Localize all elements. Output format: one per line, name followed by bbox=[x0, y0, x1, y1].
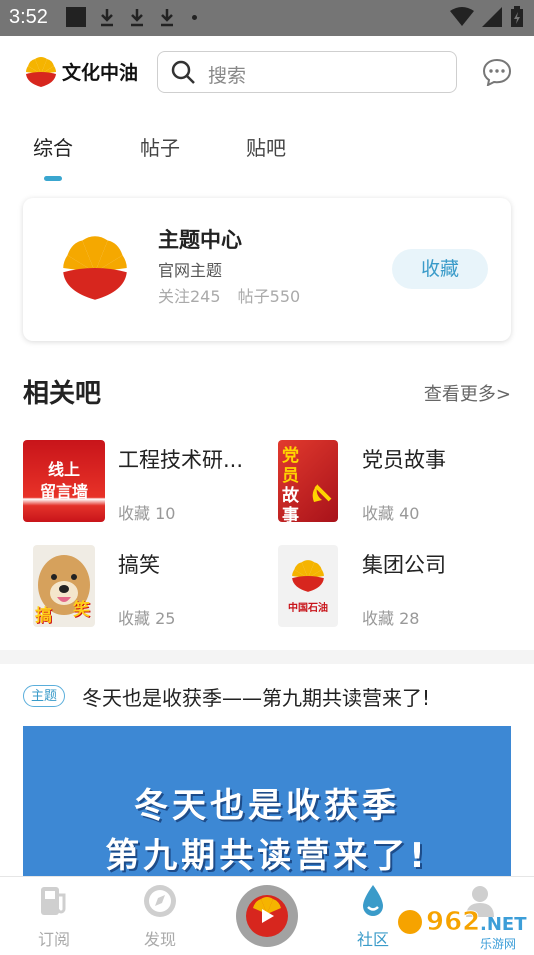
top-bar: 文化中油 搜索 bbox=[0, 36, 534, 108]
related-item-name: 工程技术研... bbox=[118, 448, 244, 472]
related-item-count: 收藏 25 bbox=[118, 609, 176, 628]
topic-title: 主题中心 bbox=[158, 228, 242, 252]
topic-badge: 主题 bbox=[23, 685, 65, 707]
more-notifications-dot-icon bbox=[192, 14, 197, 20]
drop-icon bbox=[363, 885, 383, 916]
search-icon bbox=[171, 60, 195, 84]
related-item[interactable]: 党员 故事 党员故事 收藏 40 bbox=[278, 440, 518, 524]
thumb-text: 线上 bbox=[47, 460, 80, 479]
related-section-title: 相关吧 bbox=[23, 379, 102, 409]
battery-icon bbox=[511, 6, 523, 27]
hammer-sickle-icon bbox=[312, 484, 332, 502]
download-icon bbox=[131, 9, 143, 27]
banner-line: 第九期共读营来了! bbox=[105, 836, 429, 876]
topic-followers: 关注245 bbox=[158, 287, 221, 306]
petrochina-logo-icon bbox=[63, 236, 127, 300]
related-thumb: 线上 留言墙 bbox=[23, 440, 105, 522]
topic-stats: 关注245 帖子550 bbox=[158, 283, 312, 307]
related-item-name: 党员故事 bbox=[362, 448, 446, 472]
watermark-logo: 962 .NET 乐游网 bbox=[396, 896, 534, 951]
related-item[interactable]: 中国石油 集团公司 收藏 28 bbox=[278, 545, 518, 629]
status-time: 3:52 bbox=[9, 6, 48, 28]
favorite-button[interactable]: 收藏 bbox=[392, 249, 488, 289]
wifi-icon bbox=[450, 7, 474, 26]
related-item-count: 收藏 10 bbox=[118, 504, 176, 523]
related-item-name: 搞笑 bbox=[118, 553, 160, 577]
section-divider bbox=[0, 650, 534, 664]
related-item-count: 收藏 40 bbox=[362, 504, 420, 523]
thumb-text: 留言墙 bbox=[39, 482, 88, 501]
nav-label: 发现 bbox=[143, 930, 176, 949]
svg-text:962: 962 bbox=[426, 907, 480, 937]
thumb-text: 故事 bbox=[282, 486, 299, 522]
tab-indicator bbox=[44, 176, 62, 181]
topic-card[interactable]: 主题中心 官网主题 关注245 帖子550 收藏 bbox=[23, 198, 511, 341]
svg-text:乐游网: 乐游网 bbox=[480, 937, 516, 951]
content-tabs: 综合 帖子 贴吧 bbox=[0, 130, 534, 184]
tab-tieba[interactable]: 贴吧 bbox=[246, 132, 286, 161]
download-icon bbox=[101, 9, 113, 27]
notification-square-icon bbox=[66, 7, 86, 27]
petrochina-logo-icon bbox=[26, 57, 56, 87]
topic-posts: 帖子550 bbox=[237, 287, 301, 306]
search-input[interactable]: 搜索 bbox=[157, 51, 457, 93]
post-title[interactable]: 冬天也是收获季——第九期共读营来了! bbox=[82, 682, 430, 711]
post-banner-image[interactable]: 冬天也是收获季 第九期共读营来了! bbox=[23, 726, 511, 876]
nav-label: 订阅 bbox=[37, 930, 70, 949]
nav-discover[interactable]: 发现 bbox=[125, 877, 195, 952]
thumb-text: 笑 bbox=[73, 600, 90, 620]
related-thumb: 搞 笑 bbox=[33, 545, 95, 627]
play-center-icon bbox=[246, 895, 288, 937]
center-play-button[interactable] bbox=[236, 885, 298, 947]
watermark-graphic: 962 .NET 乐游网 bbox=[398, 907, 527, 951]
tab-posts[interactable]: 帖子 bbox=[140, 132, 180, 161]
related-item-name: 集团公司 bbox=[362, 553, 446, 577]
compass-icon bbox=[144, 885, 176, 917]
banner-line: 冬天也是收获季 bbox=[134, 786, 400, 826]
svg-text:.NET: .NET bbox=[480, 914, 527, 935]
thumb-text: 党员 bbox=[282, 446, 299, 486]
signal-icon bbox=[482, 7, 502, 27]
related-thumb: 党员 故事 bbox=[278, 440, 338, 522]
related-item[interactable]: 搞 笑 搞笑 收藏 25 bbox=[23, 545, 263, 629]
nav-subscribe[interactable]: 订阅 bbox=[19, 877, 89, 952]
download-icon bbox=[161, 9, 173, 27]
related-item-count: 收藏 28 bbox=[362, 609, 420, 628]
fuel-pump-icon bbox=[41, 887, 66, 915]
notification-icons bbox=[66, 7, 197, 27]
thumb-text: 中国石油 bbox=[288, 603, 328, 614]
thumb-text: 搞 bbox=[35, 606, 52, 626]
tab-comprehensive[interactable]: 综合 bbox=[33, 132, 73, 161]
status-bar: 3:52 bbox=[0, 0, 534, 36]
view-more-link[interactable]: 查看更多> bbox=[424, 380, 511, 406]
related-thumb: 中国石油 bbox=[278, 545, 338, 627]
petrochina-logo-icon bbox=[292, 560, 324, 592]
topic-subtitle: 官网主题 bbox=[158, 261, 223, 280]
app-name: 文化中油 bbox=[62, 62, 139, 84]
message-icon[interactable] bbox=[482, 58, 512, 86]
search-placeholder: 搜索 bbox=[208, 65, 247, 87]
related-item[interactable]: 线上 留言墙 工程技术研... 收藏 10 bbox=[23, 440, 263, 524]
